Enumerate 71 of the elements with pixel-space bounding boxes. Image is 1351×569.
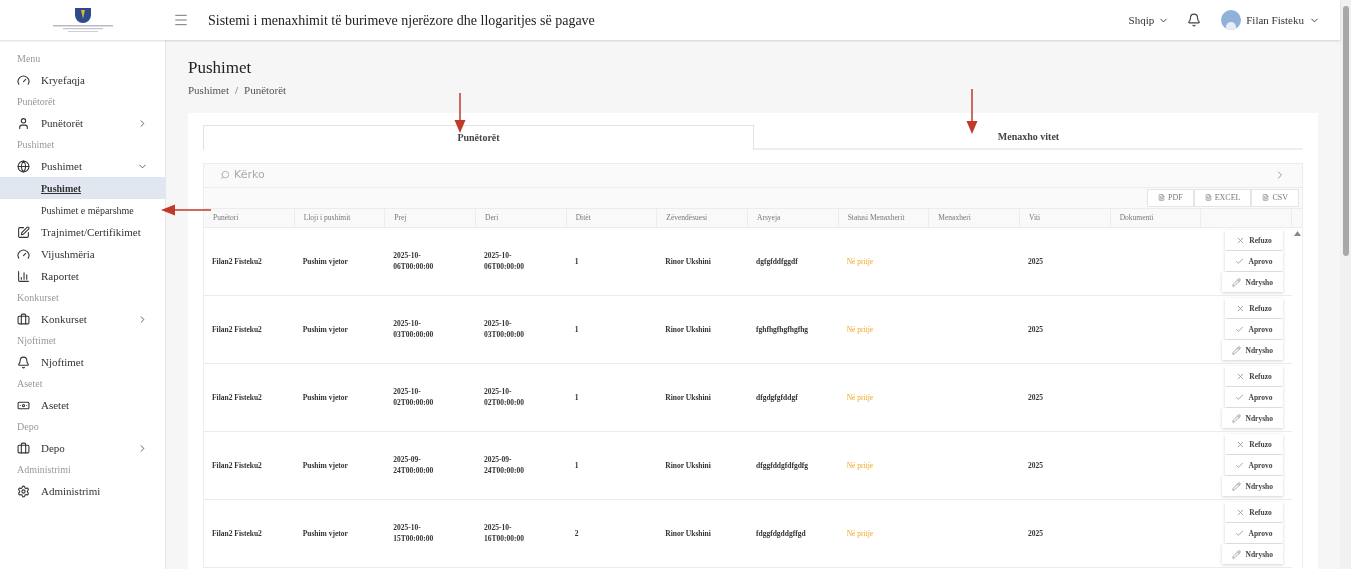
sidebar-item[interactable]: Depo [0,437,165,459]
section-label: Konkurset [16,291,60,305]
gauge-icon [17,247,30,261]
breadcrumb-link[interactable]: Punëtorët [244,82,287,99]
check-icon [1235,324,1245,334]
annotation-arrow [454,93,466,133]
sidebar-item[interactable]: Punëtorët [0,112,165,134]
search-bar[interactable]: Kërko [203,162,1303,188]
language-selector[interactable]: Shqip [1128,11,1170,29]
sidebar-item[interactable]: Administrimi [0,480,165,502]
settings-icon [17,484,30,498]
section-label: Menu [16,52,42,66]
annotation-arrow [966,89,978,134]
section-label: Pushimet [16,138,56,152]
sidebar-item[interactable]: Vijushmëria [0,243,165,265]
scroll-up-icon[interactable] [1293,230,1301,236]
user-menu[interactable]: Filan Fisteku [1221,10,1320,30]
export-button[interactable]: PDF [1146,188,1194,207]
annotation-arrow [161,204,211,216]
bell-icon [17,355,30,369]
pencil-icon [1232,413,1242,423]
briefcase-icon [17,441,30,455]
sidebar-item[interactable]: Pushimet [0,155,165,177]
sidebar-item[interactable]: Asetet [0,394,165,416]
page-title: Pushimet [188,57,253,79]
scrollbar[interactable] [1340,0,1351,569]
check-icon [1235,460,1245,470]
breadcrumb-separator: / [234,83,238,99]
export-button[interactable]: CSV [1251,188,1299,207]
pencil-icon [1232,345,1242,355]
sidebar-item[interactable]: Konkurset [0,308,165,330]
file-icon [1157,194,1165,202]
tab[interactable]: Menaxho vitet [754,124,1303,150]
sidebar-item[interactable]: Trajnimet/Certifikimet [0,221,165,243]
check-icon [1235,392,1245,402]
gauge-icon [17,73,30,87]
close-icon [1236,235,1246,245]
section-label: Administrimi [16,463,72,477]
pencil-icon [1232,549,1242,559]
export-button[interactable]: EXCEL [1193,188,1252,207]
edit-icon [17,225,30,239]
close-icon [1236,371,1246,381]
section-label: Njoftimet [16,334,57,348]
check-icon [1235,528,1245,538]
search-input[interactable]: Kërko [234,167,1274,184]
file-icon [1262,194,1270,202]
search-icon [220,170,230,181]
sidebar-item[interactable]: Raportet [0,265,165,287]
breadcrumb-link[interactable]: Pushimet [188,82,229,99]
pencil-icon [1232,277,1242,287]
globe-icon [17,159,30,173]
sidebar-item[interactable]: Kryefaqja [0,69,165,91]
close-icon [1236,439,1246,449]
sidebar-item[interactable]: Njoftimet [0,351,165,373]
section-label: Asetet [16,377,44,391]
bar-chart-icon [17,269,30,283]
close-icon [1236,507,1246,517]
briefcase-icon [17,312,30,326]
pencil-icon [1232,481,1242,491]
tab[interactable]: Punëtorët [203,124,754,150]
menu-icon[interactable] [173,12,189,28]
sidebar-subitem[interactable]: Pushimet e mëparshme [0,199,165,221]
close-icon [1236,303,1246,313]
bell-icon[interactable] [1187,13,1202,27]
check-icon [1235,256,1245,266]
sidebar-subitem[interactable]: Pushimet [0,177,165,199]
file-icon [1204,194,1212,202]
section-label: Depo [16,420,40,434]
app-title: Sistemi i menaxhimit të burimeve njerëzore dhe llogaritjes së pagave [208,11,596,30]
user-icon [17,116,30,130]
section-label: Punëtorët [16,95,57,109]
